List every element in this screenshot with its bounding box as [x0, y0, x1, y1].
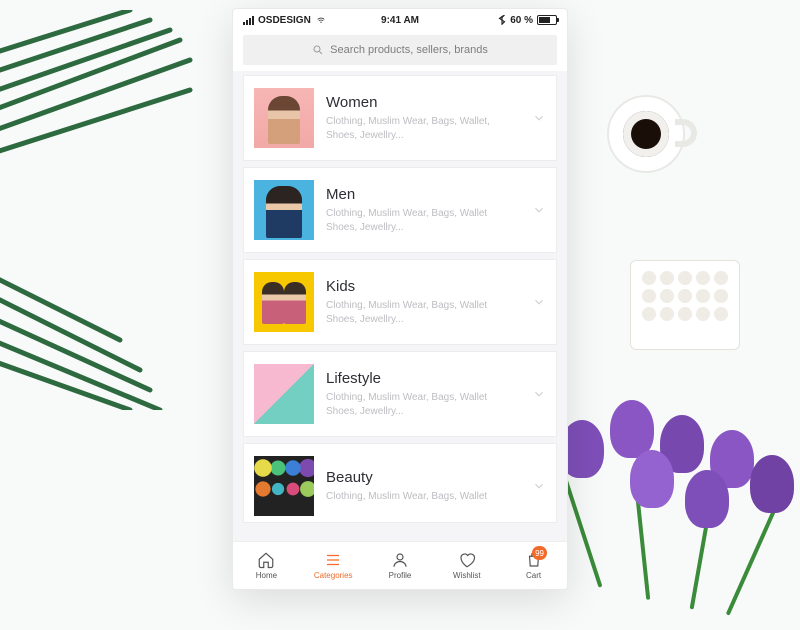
category-thumb [254, 364, 314, 424]
categories-icon [324, 551, 342, 569]
tab-home[interactable]: Home [233, 542, 300, 589]
battery-pct: 60 % [510, 15, 533, 26]
status-time: 9:41 AM [381, 15, 419, 26]
chevron-down-icon [532, 295, 546, 309]
bluetooth-icon [498, 15, 506, 25]
category-kids[interactable]: Kids Clothing, Muslim Wear, Bags, Wallet … [243, 259, 557, 345]
category-subtitle: Clothing, Muslim Wear, Bags, Wallet Shoe… [326, 207, 506, 235]
chevron-down-icon [532, 479, 546, 493]
category-title: Kids [326, 278, 520, 295]
chevron-down-icon [532, 203, 546, 217]
wifi-icon [315, 16, 327, 25]
tab-label: Categories [314, 571, 353, 580]
category-thumb [254, 88, 314, 148]
battery-icon [537, 15, 557, 25]
category-thumb [254, 456, 314, 516]
tab-wishlist[interactable]: Wishlist [433, 542, 500, 589]
category-subtitle: Clothing, Muslim Wear, Bags, Wallet, Sho… [326, 115, 506, 143]
chevron-down-icon [532, 387, 546, 401]
category-title: Men [326, 186, 520, 203]
status-bar: OSDESIGN 9:41 AM 60 % [233, 9, 567, 31]
tab-cart[interactable]: 99 Cart [500, 542, 567, 589]
tab-bar: Home Categories Profile Wishlist 99 Cart [233, 541, 567, 589]
category-title: Lifestyle [326, 370, 520, 387]
phone-frame: OSDESIGN 9:41 AM 60 % Search products, s… [232, 8, 568, 590]
chevron-down-icon [532, 111, 546, 125]
tab-categories[interactable]: Categories [300, 542, 367, 589]
category-women[interactable]: Women Clothing, Muslim Wear, Bags, Wallet… [243, 75, 557, 161]
search-bar[interactable]: Search products, sellers, brands [243, 35, 557, 65]
category-beauty[interactable]: Beauty Clothing, Muslim Wear, Bags, Walle… [243, 443, 557, 523]
category-lifestyle[interactable]: Lifestyle Clothing, Muslim Wear, Bags, Wa… [243, 351, 557, 437]
category-list: Women Clothing, Muslim Wear, Bags, Wallet… [233, 71, 567, 541]
decor-leaf [0, 10, 200, 190]
profile-icon [391, 551, 409, 569]
tab-label: Wishlist [453, 571, 481, 580]
tab-label: Home [256, 571, 277, 580]
category-subtitle: Clothing, Muslim Wear, Bags, Wallet [326, 490, 506, 504]
decor-leaf [0, 230, 180, 410]
tab-label: Cart [526, 571, 541, 580]
home-icon [257, 551, 275, 569]
category-thumb [254, 180, 314, 240]
decor-coffee [607, 95, 685, 173]
category-subtitle: Clothing, Muslim Wear, Bags, Wallet Shoe… [326, 391, 506, 419]
category-subtitle: Clothing, Muslim Wear, Bags, Wallet Shoe… [326, 299, 506, 327]
tab-label: Profile [389, 571, 412, 580]
search-placeholder: Search products, sellers, brands [330, 44, 488, 56]
tab-profile[interactable]: Profile [367, 542, 434, 589]
carrier: OSDESIGN [258, 15, 311, 26]
heart-icon [458, 551, 476, 569]
cart-badge: 99 [532, 546, 547, 560]
category-title: Beauty [326, 469, 520, 486]
decor-tray [630, 260, 740, 350]
signal-icon [243, 16, 254, 25]
search-icon [312, 44, 324, 56]
category-thumb [254, 272, 314, 332]
category-men[interactable]: Men Clothing, Muslim Wear, Bags, Wallet S… [243, 167, 557, 253]
category-title: Women [326, 94, 520, 111]
